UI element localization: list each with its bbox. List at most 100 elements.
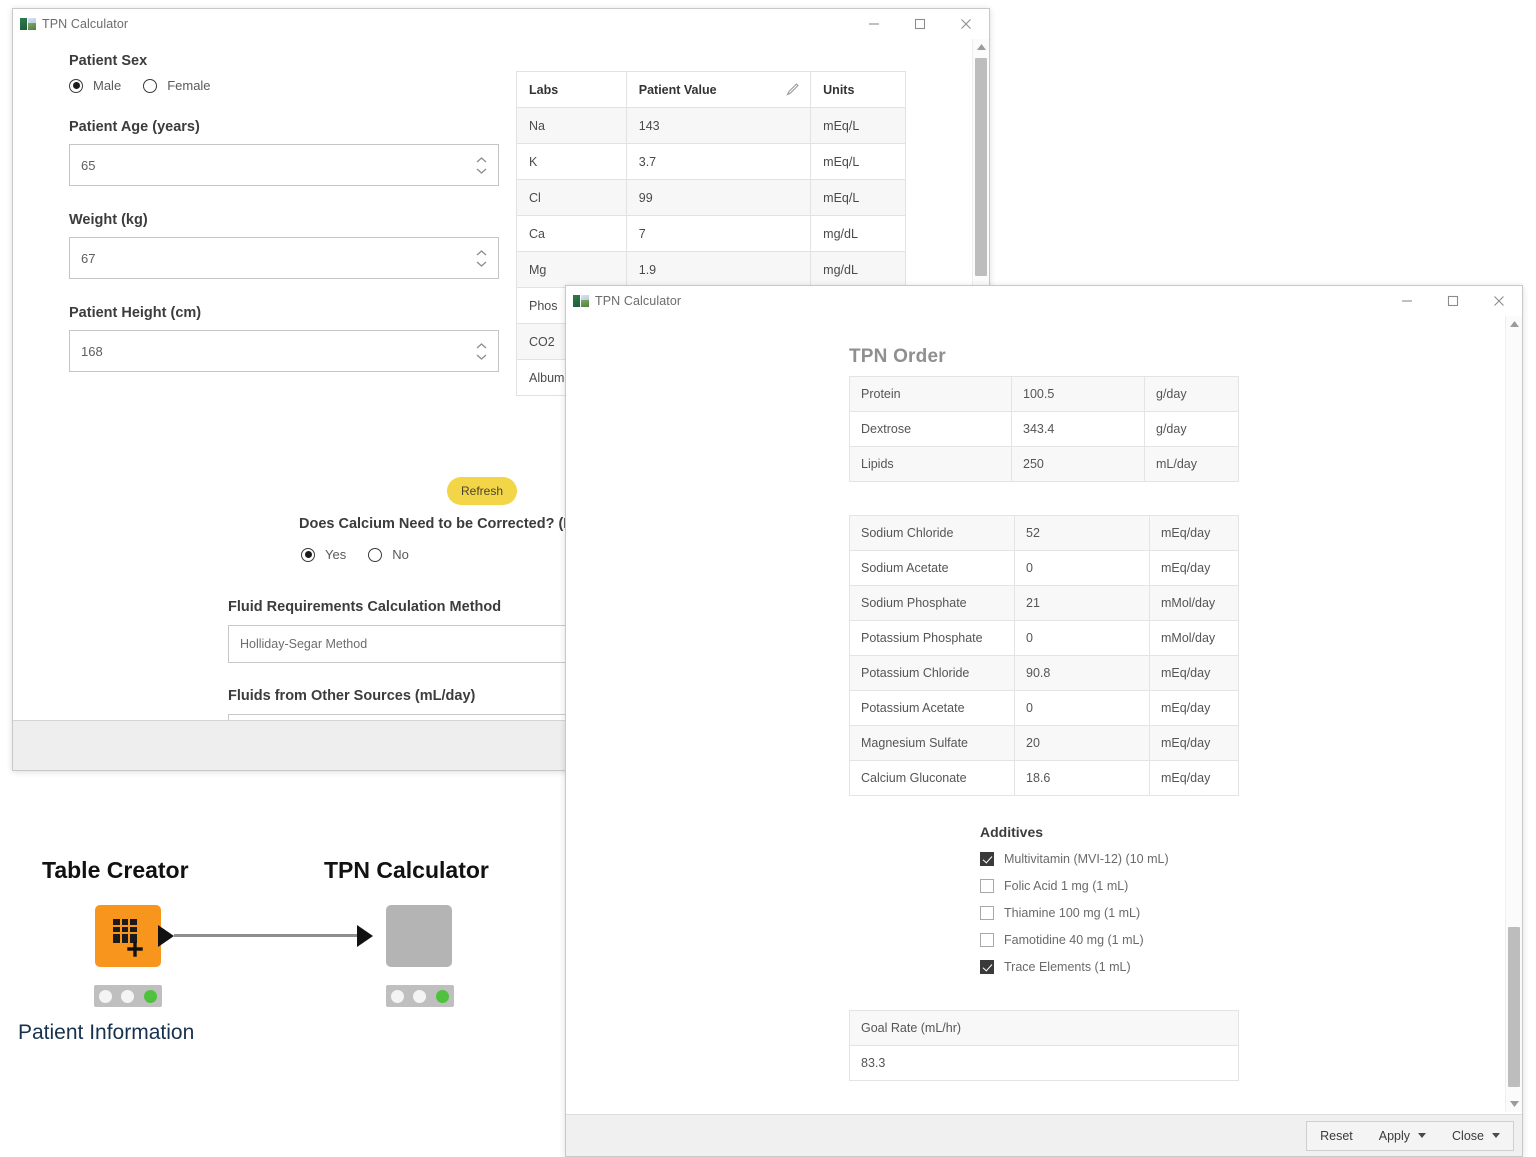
maximize-icon[interactable] [897, 9, 943, 39]
table-row: Calcium Gluconate 18.6 mEq/day [849, 760, 1239, 796]
scroll-down-icon[interactable] [1506, 1096, 1522, 1112]
electrolyte-name: Sodium Acetate [849, 550, 1015, 586]
table-row[interactable]: Cl 99 mEq/L [516, 179, 906, 216]
node-title-table-creator: Table Creator [42, 857, 189, 883]
patient-sex-label: Patient Sex [69, 53, 148, 69]
stepper-arrows[interactable] [475, 238, 488, 278]
checkbox-folic-acid[interactable] [980, 879, 994, 893]
additive-label: Multivitamin (MVI-12) (10 mL) [1004, 852, 1169, 866]
electrolyte-units: mEq/day [1149, 655, 1239, 691]
table-row[interactable]: Ca 7 mg/dL [516, 215, 906, 252]
labs-col-header-patient-value: Patient Value [625, 71, 812, 108]
radio-calcium-yes[interactable] [301, 547, 315, 562]
status-light-2 [121, 989, 135, 1003]
patient-age-value[interactable]: 65 [70, 158, 95, 173]
node-title-tpn-calculator: TPN Calculator [324, 857, 489, 883]
macro-name: Dextrose [849, 411, 1012, 447]
lab-name: Na [516, 107, 627, 144]
additive-row[interactable]: Trace Elements (1 mL) [980, 960, 1239, 974]
scrollbar-thumb[interactable] [1508, 927, 1520, 1087]
electrolyte-name: Potassium Phosphate [849, 620, 1015, 656]
lab-value[interactable]: 3.7 [625, 143, 812, 180]
additive-row[interactable]: Famotidine 40 mg (1 mL) [980, 933, 1239, 947]
lab-value[interactable]: 1.9 [625, 251, 812, 288]
patient-sex-radio-group[interactable]: Male Female [69, 78, 499, 93]
radio-male-label: Male [93, 78, 122, 93]
scroll-up-icon[interactable] [973, 39, 989, 55]
right-window-title: TPN Calculator [595, 294, 682, 308]
checkbox-famotidine[interactable] [980, 933, 994, 947]
lab-units: mEq/L [810, 143, 906, 180]
electrolyte-units: mEq/day [1149, 760, 1239, 796]
minimize-icon[interactable] [851, 9, 897, 39]
patient-height-stepper[interactable]: 168 [69, 330, 499, 372]
checkbox-thiamine[interactable] [980, 906, 994, 920]
maximize-icon[interactable] [1430, 286, 1476, 316]
status-light-3 [436, 989, 450, 1003]
table-row: Potassium Acetate 0 mEq/day [849, 690, 1239, 726]
refresh-button[interactable]: Refresh [447, 477, 517, 505]
lab-value[interactable]: 99 [625, 179, 812, 216]
macro-name: Protein [849, 376, 1012, 412]
pencil-icon[interactable] [786, 82, 800, 99]
scrollbar-thumb[interactable] [975, 58, 987, 276]
patient-age-stepper[interactable]: 65 [69, 144, 499, 186]
scroll-up-icon[interactable] [1506, 316, 1522, 332]
additive-row[interactable]: Folic Acid 1 mg (1 mL) [980, 879, 1239, 893]
radio-female[interactable] [143, 78, 158, 93]
right-window-vertical-scrollbar[interactable] [1505, 316, 1522, 1112]
calcium-correction-radio-group[interactable]: Yes No [301, 547, 421, 562]
table-row[interactable]: Na 143 mEq/L [516, 107, 906, 144]
macro-value: 343.4 [1011, 411, 1145, 447]
table-row[interactable]: Mg 1.9 mg/dL [516, 251, 906, 288]
lab-units: mEq/L [810, 107, 906, 144]
stepper-arrows[interactable] [475, 145, 488, 185]
minimize-icon[interactable] [1384, 286, 1430, 316]
electrolyte-name: Potassium Chloride [849, 655, 1015, 691]
node-tpn-calculator[interactable] [386, 905, 452, 967]
knime-node-icon [573, 294, 589, 308]
checkbox-trace-elements[interactable] [980, 960, 994, 974]
weight-value[interactable]: 67 [70, 251, 95, 266]
status-light-3 [144, 989, 158, 1003]
electrolyte-value: 0 [1014, 620, 1150, 656]
lab-name: K [516, 143, 627, 180]
patient-height-label: Patient Height (cm) [69, 305, 202, 321]
electrolyte-value: 20 [1014, 725, 1150, 761]
electrolyte-name: Potassium Acetate [849, 690, 1015, 726]
close-icon[interactable] [943, 9, 989, 39]
reset-button[interactable]: Reset [1307, 1122, 1366, 1150]
patient-height-value[interactable]: 168 [70, 344, 103, 359]
table-row[interactable]: K 3.7 mEq/L [516, 143, 906, 180]
status-light-2 [413, 989, 427, 1003]
chevron-down-icon[interactable] [1418, 1133, 1427, 1138]
macro-value: 250 [1011, 446, 1145, 482]
radio-male[interactable] [69, 78, 83, 93]
weight-stepper[interactable]: 67 [69, 237, 499, 279]
radio-calcium-no[interactable] [368, 547, 383, 562]
table-row: Dextrose 343.4 g/day [849, 411, 1239, 447]
close-button[interactable]: Close [1439, 1122, 1513, 1150]
additive-row[interactable]: Thiamine 100 mg (1 mL) [980, 906, 1239, 920]
electrolyte-value: 52 [1014, 515, 1150, 551]
additive-row[interactable]: Multivitamin (MVI-12) (10 mL) [980, 852, 1239, 866]
node-table-creator[interactable] [95, 905, 161, 967]
chevron-down-icon [476, 354, 487, 360]
lab-value[interactable]: 143 [625, 107, 812, 144]
right-tpn-calculator-window[interactable]: TPN Calculator TPN Order Protein 100.5 g… [565, 285, 1523, 1157]
chevron-down-icon [476, 168, 487, 174]
lab-value[interactable]: 7 [625, 215, 812, 252]
close-icon[interactable] [1476, 286, 1522, 316]
left-window-titlebar[interactable]: TPN Calculator [13, 9, 989, 39]
electrolyte-units: mEq/day [1149, 690, 1239, 726]
electrolyte-value: 0 [1014, 550, 1150, 586]
right-window-titlebar[interactable]: TPN Calculator [566, 286, 1522, 316]
electrolyte-name: Calcium Gluconate [849, 760, 1015, 796]
additive-label: Famotidine 40 mg (1 mL) [1004, 933, 1144, 947]
stepper-arrows[interactable] [475, 331, 488, 371]
apply-button[interactable]: Apply [1366, 1122, 1439, 1150]
lab-units: mg/dL [810, 251, 906, 288]
checkbox-multivitamin[interactable] [980, 852, 994, 866]
chevron-down-icon[interactable] [1492, 1133, 1500, 1138]
radio-female-label: Female [167, 78, 211, 93]
